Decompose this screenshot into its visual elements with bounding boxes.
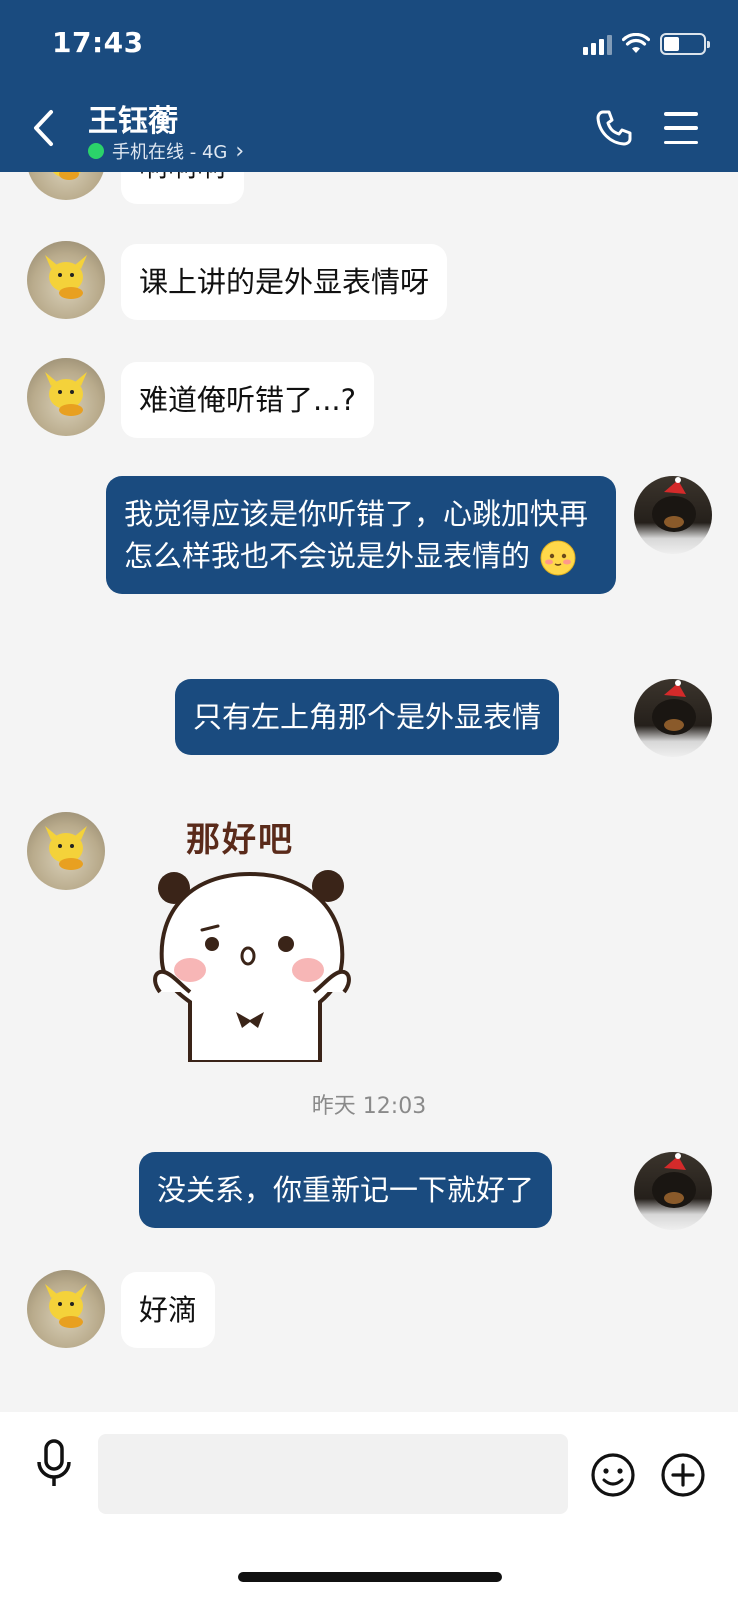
my-avatar[interactable] <box>634 679 712 757</box>
more-button[interactable] <box>660 1452 706 1498</box>
menu-line <box>664 126 698 130</box>
phone-icon <box>596 110 632 146</box>
contact-avatar[interactable] <box>27 358 105 436</box>
message-bubble[interactable]: 我觉得应该是你听错了，心跳加快再怎么样我也不会说是外显表情的 <box>106 476 616 594</box>
message-text: 只有左上角那个是外显表情 <box>193 700 542 734</box>
contact-name[interactable]: 王钰蘅 <box>88 96 178 140</box>
contact-avatar[interactable] <box>27 1270 105 1348</box>
duck-icon <box>45 1284 87 1328</box>
menu-line <box>664 112 698 116</box>
message-text: 没关系，你重新记一下就好了 <box>157 1173 535 1207</box>
menu-button[interactable] <box>664 112 698 144</box>
duck-icon <box>52 172 82 180</box>
message-bubble[interactable]: 好滴 <box>121 1272 216 1348</box>
status-icons <box>583 30 710 58</box>
home-indicator[interactable] <box>238 1572 502 1582</box>
my-avatar[interactable] <box>634 476 712 554</box>
emoji-icon <box>591 1453 635 1497</box>
online-status-dot <box>88 143 104 159</box>
message-timestamp: 昨天 12:03 <box>311 1094 427 1119</box>
contact-avatar[interactable] <box>27 812 105 890</box>
dog-icon <box>652 477 696 532</box>
chat-header: 17:43 王钰蘅 手机在线 - 4G › <box>0 0 738 172</box>
panda-icon <box>153 870 351 1062</box>
contact-avatar[interactable] <box>27 172 105 200</box>
input-bar <box>0 1412 738 1600</box>
menu-line <box>664 140 698 144</box>
wifi-icon <box>622 33 650 53</box>
dog-icon <box>652 1153 696 1208</box>
call-button[interactable] <box>594 108 634 148</box>
message-text: 难道俺听错了...? <box>139 383 357 417</box>
voice-button[interactable] <box>34 1438 74 1490</box>
cellular-signal-icon <box>583 33 612 55</box>
message-bubble[interactable]: 没关系，你重新记一下就好了 <box>139 1152 553 1228</box>
status-time: 17:43 <box>52 26 144 59</box>
message-bubble[interactable]: 课上讲的是外显表情呀 <box>121 244 448 320</box>
plus-icon <box>661 1453 705 1497</box>
duck-icon <box>45 372 87 416</box>
contact-status-text: 手机在线 - 4G <box>112 142 228 163</box>
duck-icon <box>45 826 87 870</box>
dog-icon <box>652 680 696 735</box>
message-text: 我觉得应该是你听错了，心跳加快再怎么样我也不会说是外显表情的 <box>124 497 589 573</box>
message-text: 好滴 <box>139 1293 198 1327</box>
message-bubble[interactable]: 啊啊啊 <box>121 172 245 204</box>
blushing-face-icon <box>540 540 576 576</box>
chevron-left-icon <box>34 110 53 146</box>
contact-avatar[interactable] <box>27 241 105 319</box>
message-bubble[interactable]: 难道俺听错了...? <box>121 362 375 438</box>
chat-messages[interactable]: 啊啊啊 课上讲的是外显表情呀 难道俺听错了...? 我觉得应该是你听错了，心跳加… <box>0 172 738 1412</box>
my-avatar[interactable] <box>634 1152 712 1230</box>
panda-sticker[interactable]: 那好吧 <box>150 812 360 1062</box>
contact-status[interactable]: 手机在线 - 4G › <box>88 138 244 164</box>
message-text: 课上讲的是外显表情呀 <box>139 265 430 299</box>
message-bubble[interactable]: 只有左上角那个是外显表情 <box>175 679 560 755</box>
emoji-button[interactable] <box>590 1452 636 1498</box>
back-button[interactable] <box>26 106 60 150</box>
microphone-icon <box>37 1439 71 1486</box>
battery-icon <box>660 33 710 55</box>
message-text: 啊啊啊 <box>139 172 226 183</box>
message-input[interactable] <box>98 1434 568 1514</box>
duck-icon <box>45 255 87 299</box>
chevron-right-icon: › <box>235 138 245 164</box>
